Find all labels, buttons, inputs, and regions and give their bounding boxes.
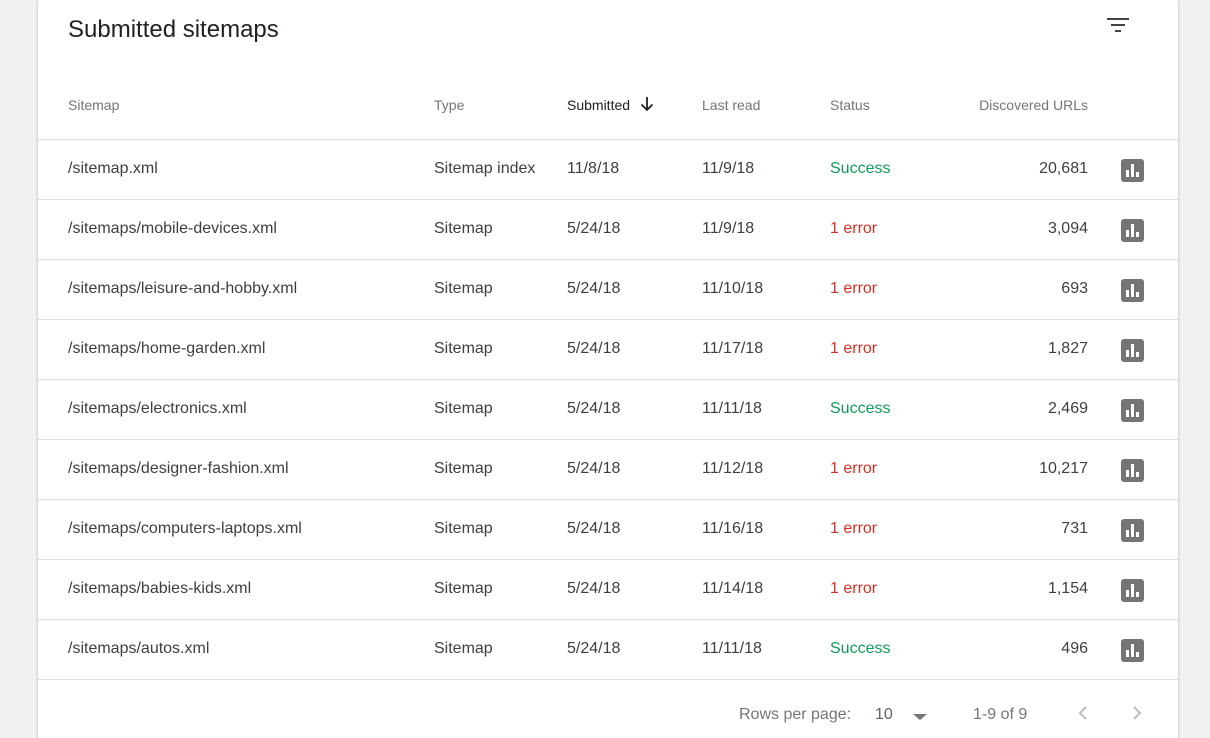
- previous-page-button[interactable]: [1069, 699, 1097, 727]
- discovered-urls-count: 3,094: [1047, 220, 1088, 237]
- arrow-down-icon: [640, 96, 654, 116]
- discovered-urls-count: 1,154: [1047, 580, 1088, 597]
- sitemap-path[interactable]: /sitemaps/home-garden.xml: [68, 339, 265, 359]
- submitted-date: 5/24/18: [567, 460, 621, 477]
- last-read-date: 11/10/18: [702, 280, 764, 297]
- open-sitemap-report-button[interactable]: [1121, 399, 1144, 422]
- open-sitemap-report-button[interactable]: [1121, 279, 1144, 302]
- status-text: Success: [830, 640, 891, 657]
- sitemap-type: Sitemap: [434, 640, 493, 657]
- last-read-date: 11/9/18: [702, 160, 755, 177]
- sitemap-path[interactable]: /sitemaps/computers-laptops.xml: [68, 519, 302, 539]
- table-row[interactable]: /sitemaps/electronics.xml Sitemap 5/24/18 1…: [38, 380, 1178, 440]
- submitted-date: 5/24/18: [567, 580, 621, 597]
- sitemap-type: Sitemap: [434, 340, 493, 357]
- sitemap-type: Sitemap: [434, 580, 493, 597]
- submitted-date: 5/24/18: [567, 520, 621, 537]
- status-text: Success: [830, 400, 891, 417]
- submitted-date: 5/24/18: [567, 220, 621, 237]
- table-footer: Rows per page: 10 1-9 of 9: [38, 681, 1178, 738]
- column-header-last-read[interactable]: Last read: [702, 96, 760, 114]
- discovered-urls-count: 731: [1061, 520, 1088, 537]
- last-read-date: 11/12/18: [702, 460, 764, 477]
- next-page-button[interactable]: [1123, 699, 1151, 727]
- status-text: 1 error: [830, 280, 878, 297]
- open-sitemap-report-button[interactable]: [1121, 459, 1144, 482]
- column-header-submitted[interactable]: Submitted: [567, 96, 654, 116]
- status-text: 1 error: [830, 580, 878, 597]
- sitemap-path[interactable]: /sitemaps/designer-fashion.xml: [68, 459, 289, 479]
- open-sitemap-report-button[interactable]: [1121, 339, 1144, 362]
- submitted-date: 5/24/18: [567, 640, 621, 657]
- open-sitemap-report-button[interactable]: [1121, 159, 1144, 182]
- discovered-urls-count: 2,469: [1047, 400, 1088, 417]
- table-row[interactable]: /sitemaps/leisure-and-hobby.xml Sitemap 5/…: [38, 260, 1178, 320]
- table-row[interactable]: /sitemaps/designer-fashion.xml Sitemap 5/2…: [38, 440, 1178, 500]
- submitted-date: 5/24/18: [567, 400, 621, 417]
- rows-per-page-label: Rows per page:: [739, 706, 852, 723]
- open-sitemap-report-button[interactable]: [1121, 519, 1144, 542]
- sitemap-type: Sitemap: [434, 400, 493, 417]
- discovered-urls-count: 1,827: [1047, 340, 1088, 357]
- sitemap-type: Sitemap index: [434, 160, 536, 177]
- status-text: 1 error: [830, 220, 878, 237]
- sitemap-path[interactable]: /sitemaps/babies-kids.xml: [68, 579, 251, 599]
- status-text: 1 error: [830, 460, 878, 477]
- discovered-urls-count: 693: [1061, 280, 1088, 297]
- last-read-date: 11/14/18: [702, 580, 764, 597]
- open-sitemap-report-button[interactable]: [1121, 219, 1144, 242]
- last-read-date: 11/9/18: [702, 220, 755, 237]
- sitemap-type: Sitemap: [434, 280, 493, 297]
- status-text: 1 error: [830, 520, 878, 537]
- open-sitemap-report-button[interactable]: [1121, 579, 1144, 602]
- last-read-date: 11/11/18: [702, 640, 762, 657]
- last-read-date: 11/17/18: [702, 340, 764, 357]
- sitemaps-card: Submitted sitemaps Sitemap Type Submitte…: [38, 0, 1178, 738]
- sitemap-type: Sitemap: [434, 520, 493, 537]
- table-row[interactable]: /sitemaps/home-garden.xml Sitemap 5/24/18 1…: [38, 320, 1178, 380]
- table-row[interactable]: /sitemaps/computers-laptops.xml Sitemap 5/…: [38, 500, 1178, 560]
- last-read-date: 11/16/18: [702, 520, 764, 537]
- column-header-sitemap[interactable]: Sitemap: [68, 96, 119, 114]
- sitemap-path[interactable]: /sitemaps/autos.xml: [68, 639, 209, 659]
- filter-button[interactable]: [1098, 10, 1138, 46]
- submitted-date: 5/24/18: [567, 280, 621, 297]
- last-read-date: 11/11/18: [702, 400, 762, 417]
- sitemap-path[interactable]: /sitemaps/leisure-and-hobby.xml: [68, 279, 297, 299]
- chevron-right-icon: [1133, 706, 1142, 720]
- table-row[interactable]: /sitemaps/autos.xml Sitemap 5/24/18 11/11/1…: [38, 620, 1178, 680]
- sitemap-type: Sitemap: [434, 460, 493, 477]
- card-title: Submitted sitemaps: [68, 16, 279, 43]
- table-row[interactable]: /sitemap.xml Sitemap index 11/8/18 11/9/18 S…: [38, 140, 1178, 200]
- table-row[interactable]: /sitemaps/babies-kids.xml Sitemap 5/24/18 1…: [38, 560, 1178, 620]
- chevron-left-icon: [1078, 706, 1087, 720]
- sitemap-type: Sitemap: [434, 220, 493, 237]
- rows-per-page-value: 10: [875, 706, 893, 723]
- sitemap-path[interactable]: /sitemaps/mobile-devices.xml: [68, 219, 277, 239]
- column-header-status[interactable]: Status: [830, 96, 870, 114]
- status-text: 1 error: [830, 340, 878, 357]
- discovered-urls-count: 496: [1061, 640, 1088, 657]
- discovered-urls-count: 10,217: [1039, 460, 1088, 477]
- table-row[interactable]: /sitemaps/mobile-devices.xml Sitemap 5/24/…: [38, 200, 1178, 260]
- table-header: Sitemap Type Submitted Last read Status …: [38, 70, 1178, 140]
- pagination-range: 1-9 of 9: [973, 706, 1028, 723]
- column-header-submitted-label: Submitted: [567, 97, 631, 113]
- column-header-type[interactable]: Type: [434, 96, 464, 114]
- rows-per-page-select[interactable]: 10: [875, 701, 935, 729]
- discovered-urls-count: 20,681: [1039, 160, 1088, 177]
- caret-down-icon: [913, 714, 927, 720]
- sitemap-path[interactable]: /sitemap.xml: [68, 159, 158, 179]
- submitted-date: 5/24/18: [567, 340, 621, 357]
- sitemap-path[interactable]: /sitemaps/electronics.xml: [68, 399, 247, 419]
- open-sitemap-report-button[interactable]: [1121, 639, 1144, 662]
- status-text: Success: [830, 160, 891, 177]
- submitted-date: 11/8/18: [567, 160, 620, 177]
- column-header-discovered-urls[interactable]: Discovered URLs: [979, 96, 1088, 114]
